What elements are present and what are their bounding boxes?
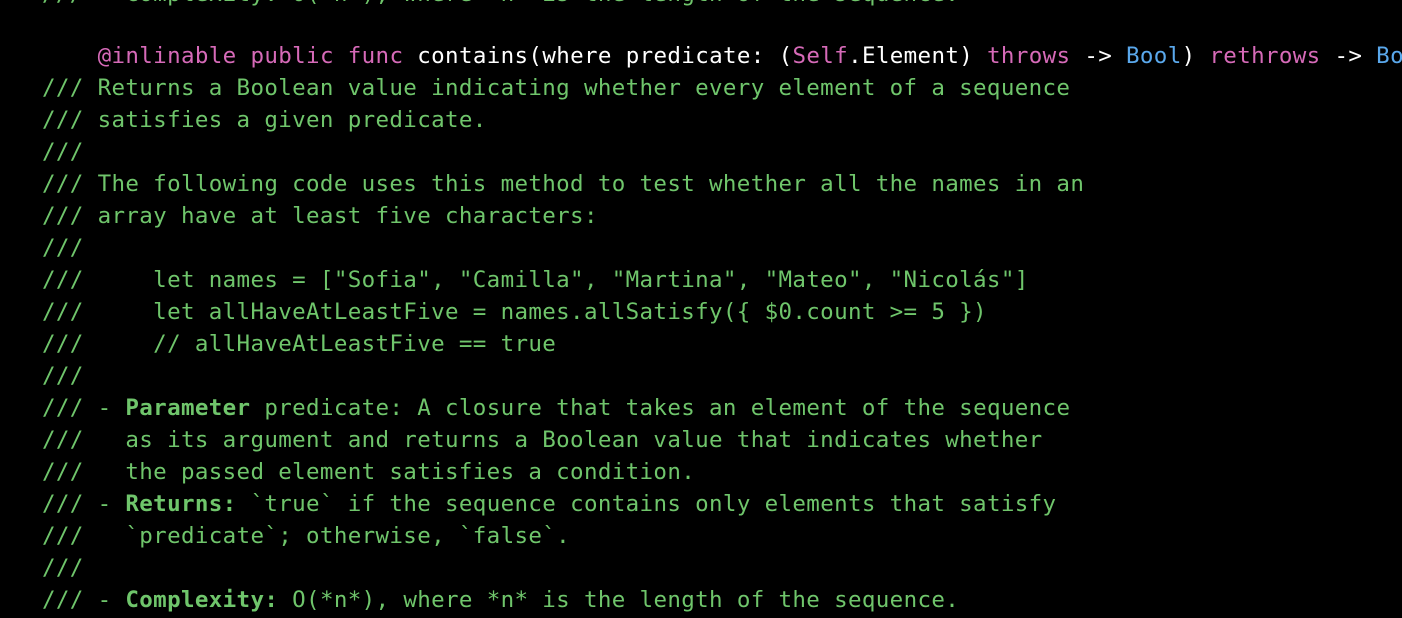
return-bool-type: Bool	[1376, 43, 1402, 69]
doc-code-example-line: /// // allHaveAtLeastFive == true	[42, 331, 557, 357]
doc-comment-line: ///	[42, 555, 84, 581]
doc-comment-line: /// array have at least five characters:	[42, 203, 598, 229]
rethrows-keyword: rethrows	[1209, 43, 1321, 69]
doc-bullet-prefix: /// -	[42, 395, 126, 421]
doc-complexity-line: /// - Complexity: O(*n*), where *n* is t…	[42, 584, 959, 616]
returns-description: `true` if the sequence contains only ele…	[236, 491, 1057, 517]
doc-bullet-prefix: /// -	[42, 491, 126, 517]
doc-comment-line: /// Returns a Boolean value indicating w…	[42, 75, 1071, 101]
code-editor[interactable]: /// - Complexity: O(*n*), where *n* is t…	[0, 0, 1402, 618]
returns-label: Returns:	[125, 491, 237, 517]
doc-code-example-line: /// let names = ["Sofia", "Camilla", "Ma…	[42, 267, 1029, 293]
complexity-label: Complexity:	[125, 587, 279, 613]
attribute-token: @inlinable	[97, 43, 237, 69]
throws-keyword: throws	[987, 43, 1071, 69]
doc-comment-line: /// as its argument and returns a Boolea…	[42, 427, 1043, 453]
func-keyword: func	[347, 43, 404, 69]
bool-type: Bool	[1126, 43, 1182, 69]
function-name: contains(where predicate: (	[417, 43, 793, 69]
close-paren: )	[1181, 43, 1210, 69]
self-keyword: Self	[792, 43, 849, 69]
parameter-description: predicate: A closure that takes an eleme…	[250, 395, 1071, 421]
doc-code-example-line: /// let allHaveAtLeastFive = names.allSa…	[42, 299, 987, 325]
doc-comment-line: ///	[42, 363, 84, 389]
doc-comment-line: ///	[42, 139, 84, 165]
complexity-description: O(*n*), where *n* is the length of the s…	[278, 587, 960, 613]
parameter-label: Parameter	[125, 395, 251, 421]
function-signature-line: @inlinable public func contains(where pr…	[42, 8, 1402, 69]
arrow-token: ->	[1070, 43, 1127, 69]
arrow-token: ->	[1320, 43, 1377, 69]
public-keyword: public	[250, 43, 334, 69]
doc-comment-line: /// `predicate`; otherwise, `false`.	[42, 523, 571, 549]
element-type: .Element)	[848, 43, 988, 69]
doc-bullet-prefix: /// -	[42, 587, 126, 613]
doc-parameter-line: /// - Parameter predicate: A closure tha…	[42, 392, 1070, 424]
doc-comment-line: ///	[42, 235, 84, 261]
doc-comment-line: /// the passed element satisfies a condi…	[42, 459, 696, 485]
doc-returns-line: /// - Returns: `true` if the sequence co…	[42, 488, 1056, 520]
doc-comment-line: /// The following code uses this method …	[42, 171, 1085, 197]
doc-comment-line: /// satisfies a given predicate.	[42, 107, 487, 133]
